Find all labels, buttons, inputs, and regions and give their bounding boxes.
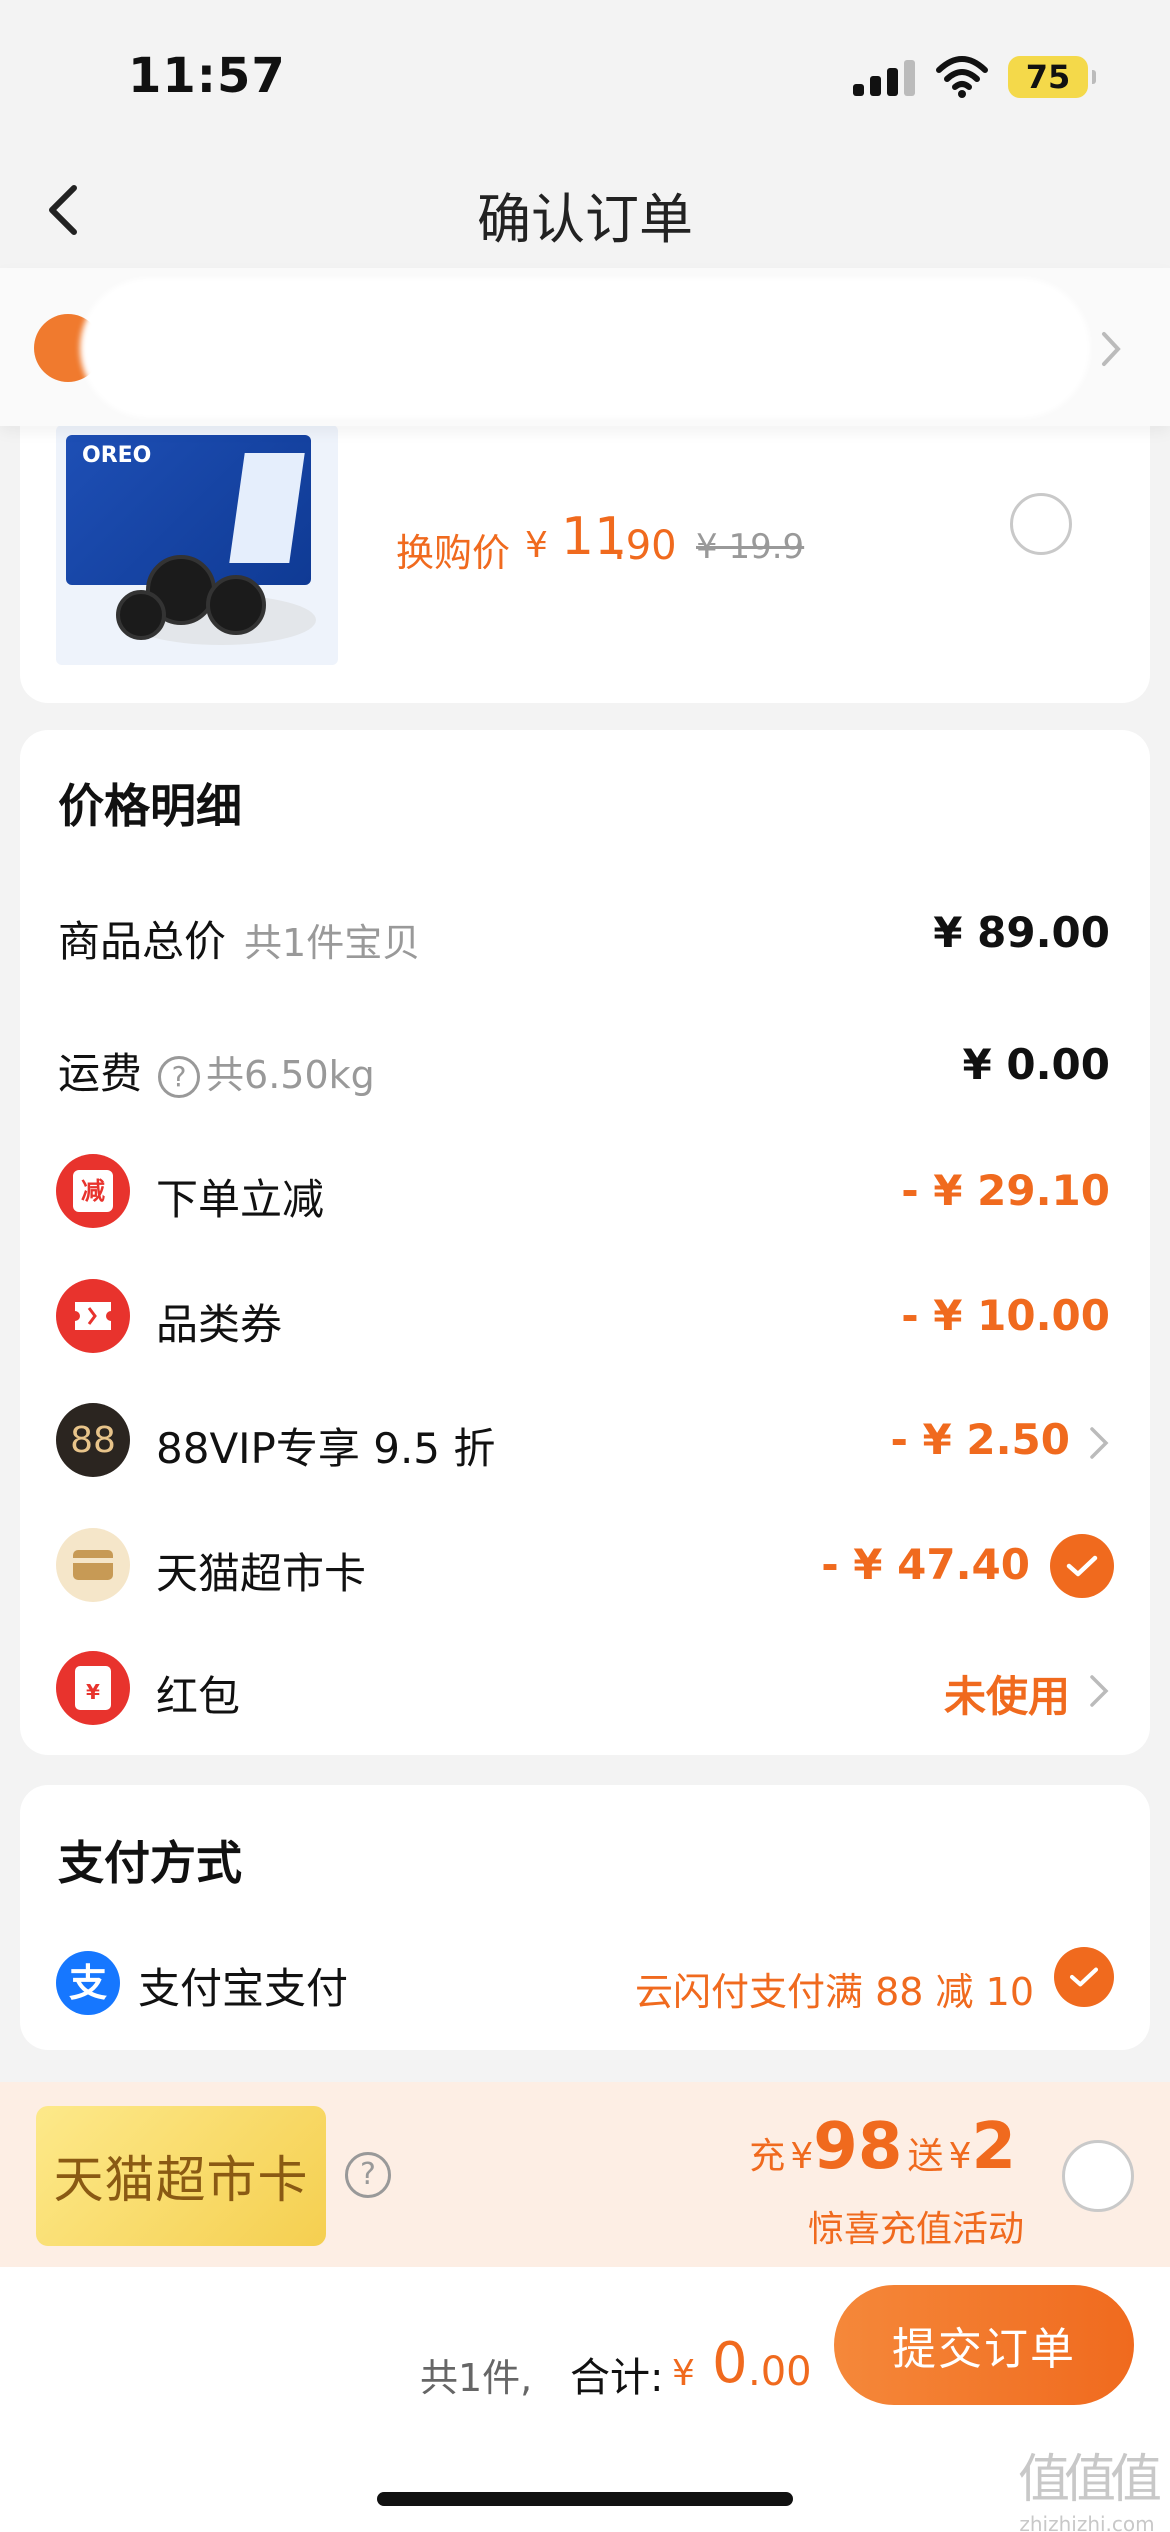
tmall-card-badge: 天猫超市卡 xyxy=(36,2106,326,2246)
status-bar: 11:57 75 xyxy=(0,0,1170,150)
instant-discount-icon: 减 xyxy=(56,1154,130,1228)
vip-88-icon: 88 xyxy=(56,1403,130,1477)
row-category-coupon: 品类券 - ¥ 10.00 xyxy=(20,1273,1150,1363)
total-label: 合计: xyxy=(570,2355,664,2401)
help-icon[interactable]: ? xyxy=(158,1055,201,1098)
row-tmall-card[interactable]: 天猫超市卡 - ¥ 47.40 xyxy=(20,1522,1150,1612)
submit-order-button[interactable]: 提交订单 xyxy=(834,2285,1134,2405)
goods-total-sub: 共1件宝贝 xyxy=(244,921,421,965)
topup-promo-bar[interactable]: 天猫超市卡 ? 充 ¥98 送 ¥2 惊喜充值活动 xyxy=(0,2082,1170,2267)
tmall-card-check-icon[interactable] xyxy=(1050,1534,1114,1598)
payment-promo: 云闪付支付满 88 减 10 xyxy=(635,1970,1034,2014)
payment-card: 支付方式 支 支付宝支付 云闪付支付满 88 减 10 xyxy=(20,1785,1150,2050)
row-88vip[interactable]: 88 88VIP专享 9.5 折 - ¥ 2.50 xyxy=(20,1397,1150,1487)
exchange-product-card: OREO 换购价 ¥ 11 .90 ¥ 19.9 xyxy=(20,395,1150,703)
chevron-right-icon xyxy=(1090,1675,1109,1707)
instant-discount-label: 下单立减 xyxy=(156,1175,325,1224)
shipping-label: 运费 xyxy=(58,1049,143,1098)
wifi-icon xyxy=(936,56,988,98)
topup-radio[interactable] xyxy=(1062,2140,1134,2212)
page-title: 确认订单 xyxy=(477,188,693,251)
topup-subtitle: 惊喜充值活动 xyxy=(807,2209,1024,2250)
coupon-icon xyxy=(56,1279,130,1353)
goods-total-label: 商品总价 xyxy=(58,917,227,966)
exchange-price-currency: ¥ xyxy=(525,525,548,566)
tmall-card-value: - ¥ 47.40 xyxy=(821,1540,1030,1589)
row-shipping: 运费? 共6.50kg ¥ 0.00 xyxy=(20,1022,1150,1112)
price-detail-title: 价格明细 xyxy=(58,779,242,833)
category-coupon-label: 品类券 xyxy=(156,1300,283,1349)
price-detail-card: 价格明细 商品总价 共1件宝贝 ¥ 89.00 运费? 共6.50kg ¥ 0.00… xyxy=(20,730,1150,1755)
red-packet-label: 红包 xyxy=(156,1672,241,1721)
chevron-right-icon xyxy=(1090,1427,1109,1459)
item-count: 共1件, xyxy=(420,2356,533,2400)
checkout-footer: 共1件, 合计: ¥ 0 .00 提交订单 值值值 zhizhizhi.com xyxy=(0,2267,1170,2532)
vip-discount-value: - ¥ 2.50 xyxy=(890,1415,1070,1464)
watermark: 值值值 zhizhizhi.com xyxy=(1017,2450,1162,2532)
alipay-icon: 支 xyxy=(56,1951,120,2015)
row-goods-total: 商品总价 共1件宝贝 ¥ 89.00 xyxy=(20,890,1150,980)
help-icon[interactable]: ? xyxy=(345,2152,391,2198)
category-coupon-value: - ¥ 10.00 xyxy=(901,1291,1110,1340)
row-red-packet[interactable]: ¥ 红包 未使用 xyxy=(20,1645,1150,1735)
vip-discount-label: 88VIP专享 9.5 折 xyxy=(156,1424,496,1473)
nav-bar: 确认订单 xyxy=(0,150,1170,265)
red-packet-icon: ¥ xyxy=(56,1651,130,1725)
payment-title: 支付方式 xyxy=(58,1836,242,1890)
exchange-price-label: 换购价 xyxy=(396,531,511,575)
status-time: 11:57 xyxy=(128,48,286,104)
shipping-weight: 共6.50kg xyxy=(206,1053,375,1097)
alipay-label[interactable]: 支付宝支付 xyxy=(138,1955,348,2016)
address-strip[interactable] xyxy=(0,268,1170,426)
signal-icon xyxy=(853,60,915,96)
tmall-card-label: 天猫超市卡 xyxy=(156,1549,367,1598)
goods-total-value: ¥ 89.00 xyxy=(933,908,1110,957)
address-redacted xyxy=(80,278,1090,418)
original-price: ¥ 19.9 xyxy=(696,527,805,567)
red-packet-value: 未使用 xyxy=(943,1672,1070,1721)
row-instant-discount: 减 下单立减 - ¥ 29.10 xyxy=(20,1148,1150,1238)
instant-discount-value: - ¥ 29.10 xyxy=(901,1166,1110,1215)
total-decimal: .00 xyxy=(748,2349,812,2395)
chevron-right-icon xyxy=(1102,332,1121,366)
exchange-price-decimal: .90 xyxy=(613,523,677,569)
home-indicator[interactable] xyxy=(377,2492,793,2506)
battery-icon: 75 xyxy=(1008,56,1096,98)
product-image: OREO xyxy=(56,425,338,665)
exchange-product-radio[interactable] xyxy=(1010,493,1072,555)
payment-check-icon[interactable] xyxy=(1054,1947,1114,2007)
total-currency: ¥ xyxy=(672,2353,695,2394)
topup-offer: 充 ¥98 送 ¥2 xyxy=(749,2110,1016,2184)
tmall-card-icon xyxy=(56,1528,130,1602)
total-integer: 0 xyxy=(712,2331,748,2396)
shipping-value: ¥ 0.00 xyxy=(962,1040,1110,1089)
